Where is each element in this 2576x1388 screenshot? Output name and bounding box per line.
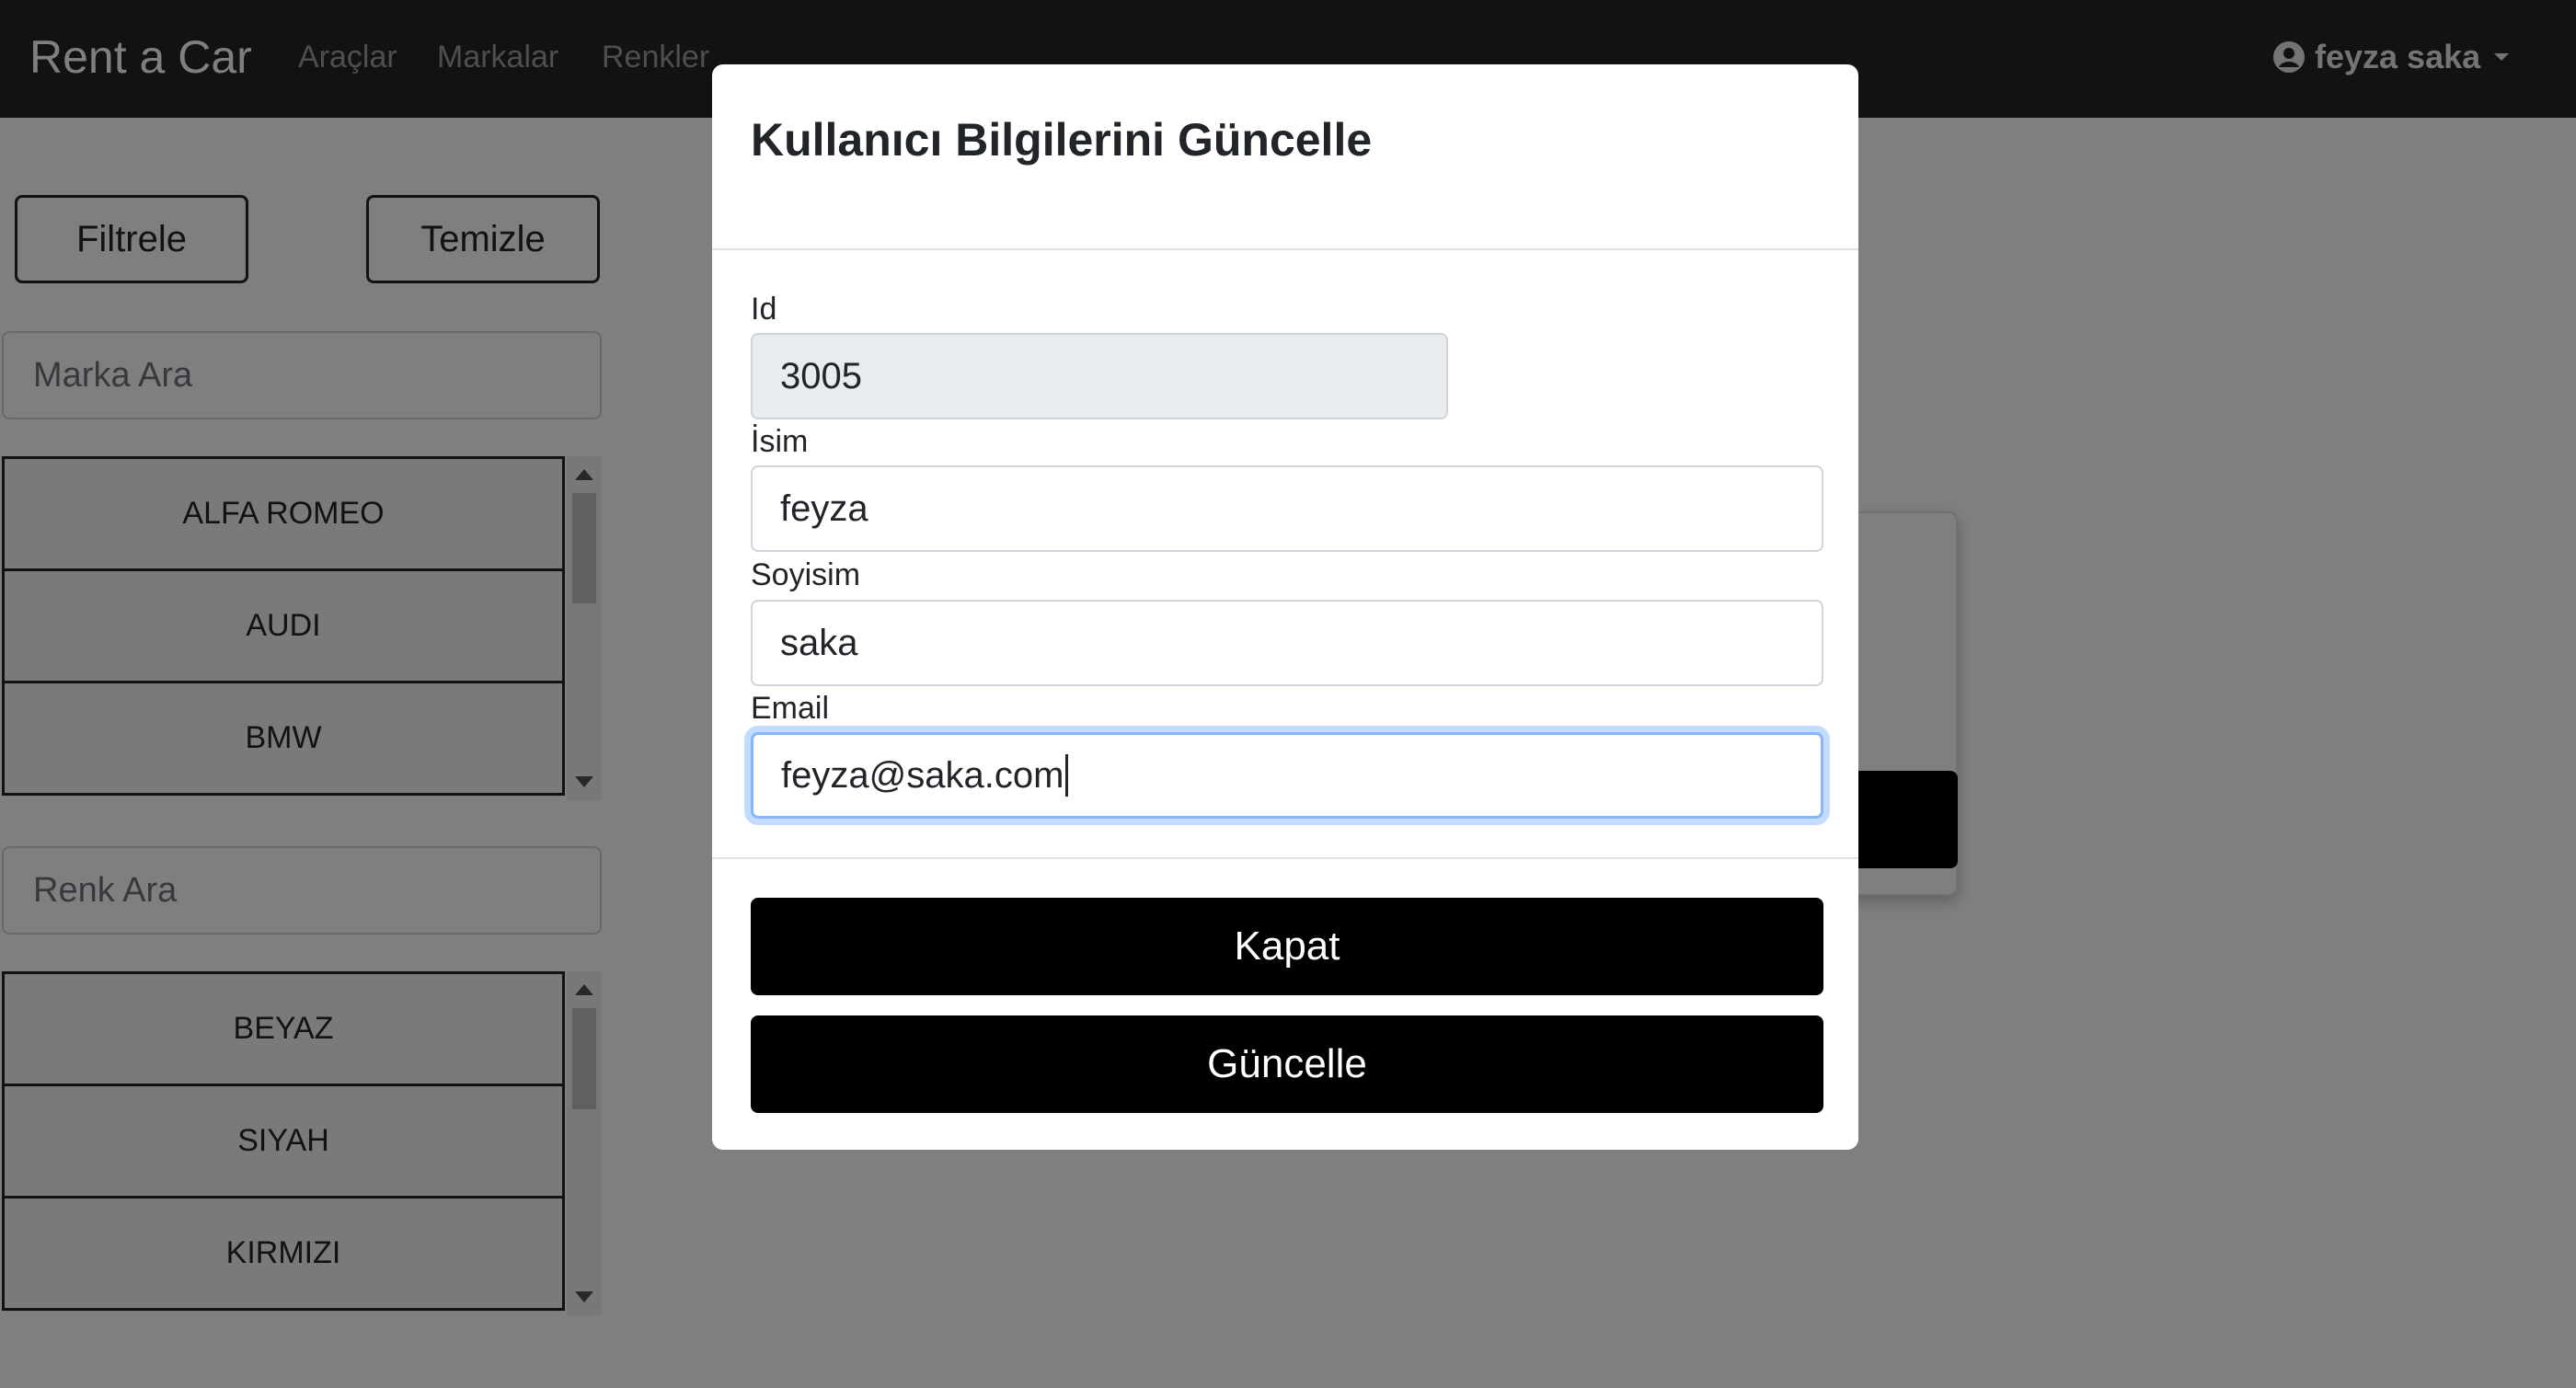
modal-title: Kullanıcı Bilgilerini Güncelle	[751, 114, 1373, 166]
name-label: İsim	[751, 424, 809, 459]
update-user-modal: Kullanıcı Bilgilerini Güncelle Id 3005 İ…	[712, 64, 1858, 1150]
modal-footer-divider	[712, 857, 1858, 859]
text-caret	[1065, 754, 1069, 797]
email-field[interactable]: feyza@saka.com	[751, 732, 1823, 819]
modal-header-divider	[712, 248, 1858, 250]
close-button[interactable]: Kapat	[751, 898, 1823, 995]
surname-field[interactable]: saka	[751, 600, 1823, 686]
update-button[interactable]: Güncelle	[751, 1015, 1823, 1113]
name-field[interactable]: feyza	[751, 465, 1823, 552]
email-value: feyza@saka.com	[781, 754, 1064, 796]
id-field: 3005	[751, 333, 1448, 419]
email-label: Email	[751, 691, 830, 726]
id-label: Id	[751, 292, 777, 327]
surname-label: Soyisim	[751, 557, 861, 592]
